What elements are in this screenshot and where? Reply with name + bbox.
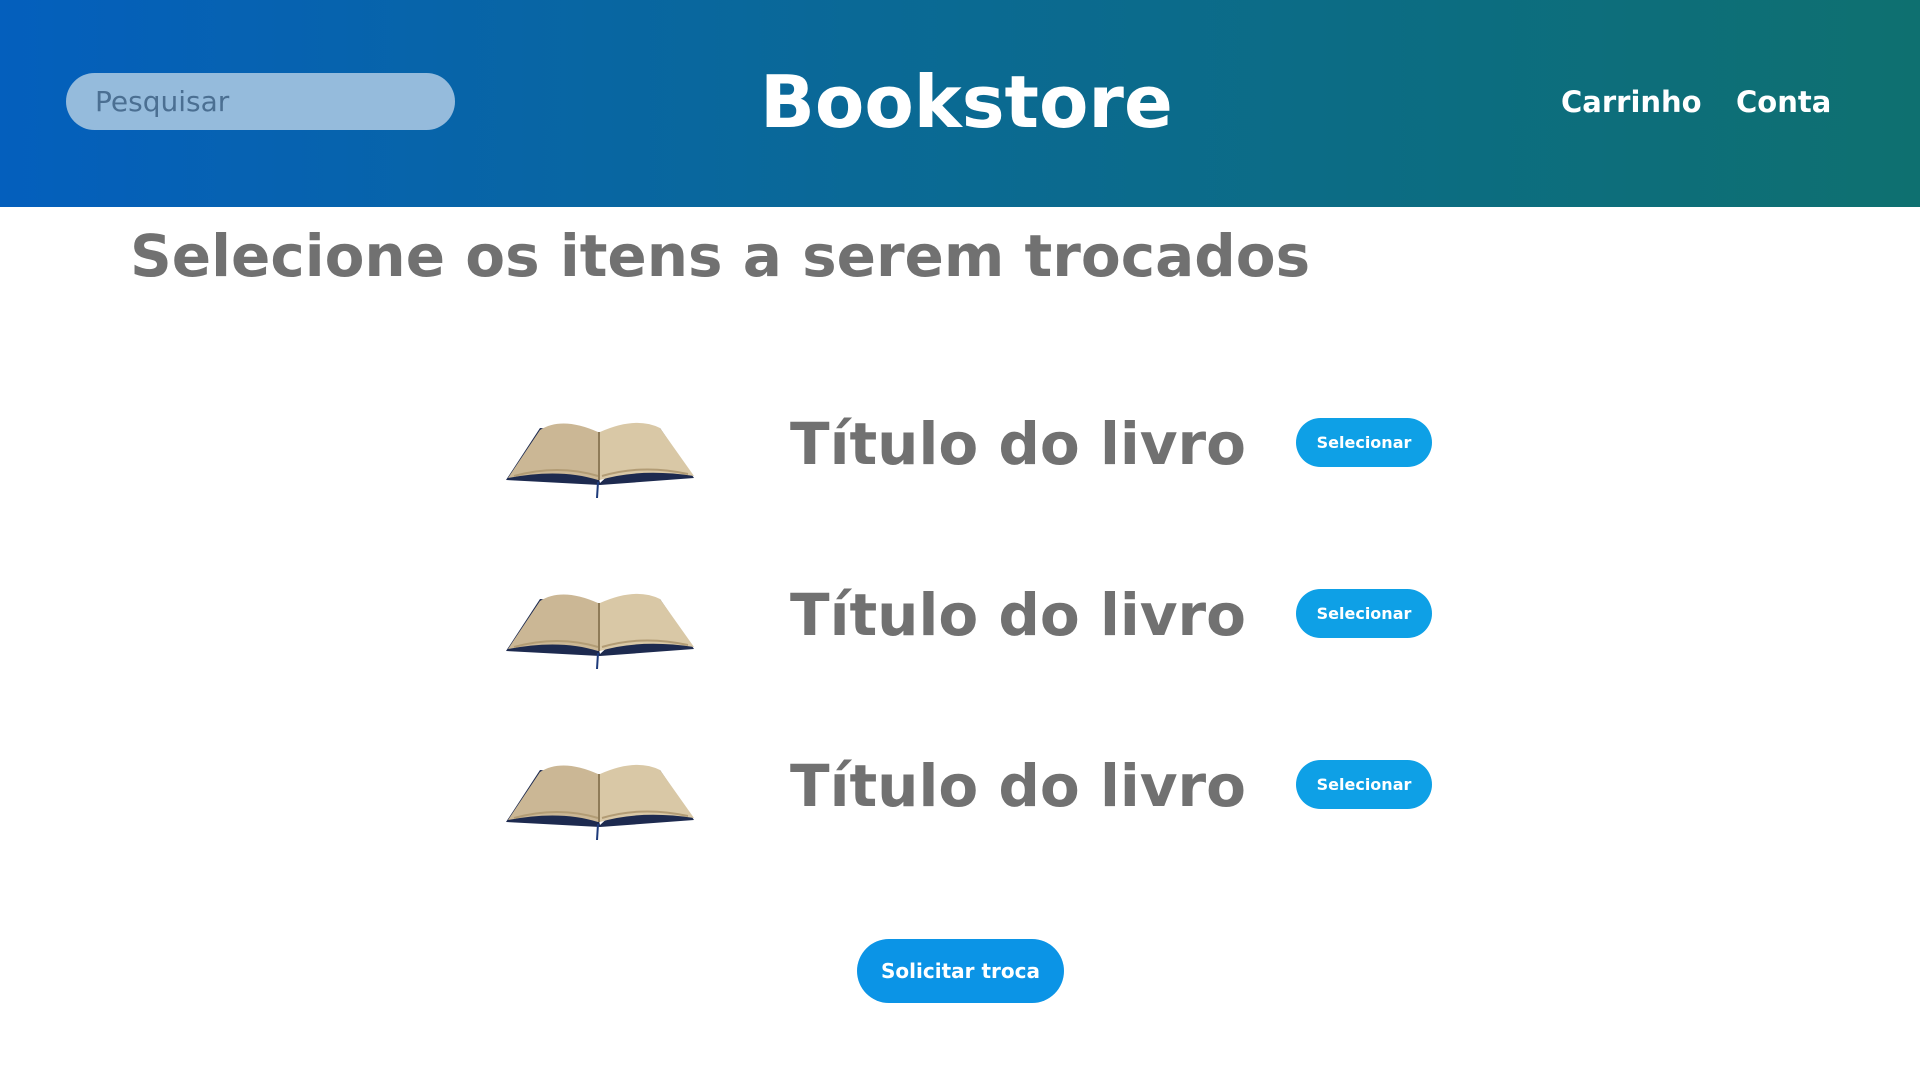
nav-account-link[interactable]: Conta <box>1736 82 1831 122</box>
book-title: Título do livro <box>790 752 1246 820</box>
nav-cart-link[interactable]: Carrinho <box>1561 82 1702 122</box>
request-exchange-button[interactable]: Solicitar troca <box>857 939 1064 1003</box>
page-title: Selecione os itens a serem trocados <box>130 222 1311 290</box>
open-book-icon <box>506 764 694 840</box>
search-input[interactable] <box>66 73 455 130</box>
select-button[interactable]: Selecionar <box>1296 760 1432 809</box>
list-item: Título do livro Selecionar <box>500 388 1450 498</box>
open-book-icon <box>506 422 694 498</box>
list-item: Título do livro Selecionar <box>500 730 1450 840</box>
list-item: Título do livro Selecionar <box>500 559 1450 669</box>
top-header: Bookstore Carrinho Conta <box>0 0 1920 207</box>
open-book-icon <box>506 593 694 669</box>
select-button[interactable]: Selecionar <box>1296 418 1432 467</box>
book-title: Título do livro <box>790 410 1246 478</box>
brand-logo[interactable]: Bookstore <box>760 52 1173 152</box>
book-title: Título do livro <box>790 581 1246 649</box>
select-button[interactable]: Selecionar <box>1296 589 1432 638</box>
